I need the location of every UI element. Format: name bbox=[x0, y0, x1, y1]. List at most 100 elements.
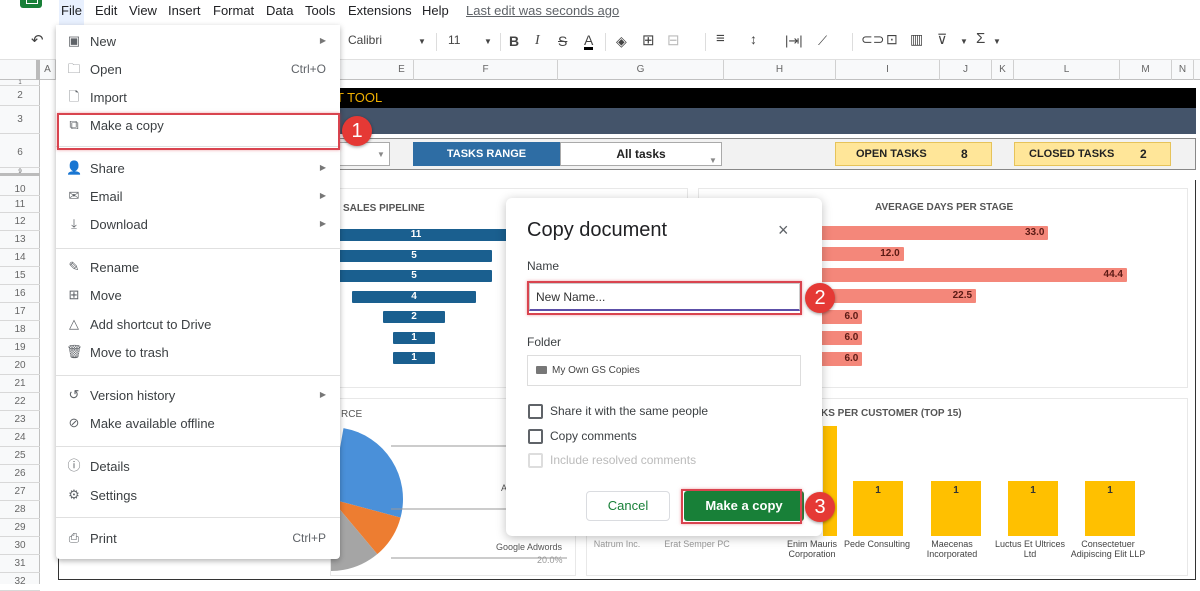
functions-dropdown-icon[interactable]: ▼ bbox=[993, 37, 1001, 46]
file-icon: 🗋 bbox=[68, 89, 80, 104]
file-menu-print[interactable]: ⎙ Print Ctrl+P bbox=[56, 525, 340, 553]
file-menu-download[interactable]: ⤓ Download ▶ bbox=[56, 211, 340, 239]
file-menu-settings[interactable]: ⚙ Settings bbox=[56, 482, 340, 510]
row-header-28[interactable]: 28 bbox=[0, 501, 40, 519]
column-header-g[interactable]: G bbox=[558, 60, 724, 80]
file-menu-move-to-trash[interactable]: 🗑 Move to trash bbox=[56, 339, 340, 367]
file-menu-rename[interactable]: ✎ Rename bbox=[56, 254, 340, 282]
file-menu-import[interactable]: 🗋 Import bbox=[56, 84, 340, 112]
customer-bar: 1 bbox=[853, 481, 903, 536]
pie-percent: 20.0% bbox=[537, 555, 563, 565]
merge-cells-icon[interactable]: ⊟ bbox=[667, 31, 680, 49]
folder-picker[interactable]: My Own GS Copies bbox=[527, 355, 801, 386]
row-header-23[interactable]: 23 bbox=[0, 411, 40, 429]
menu-tools[interactable]: Tools bbox=[303, 3, 337, 18]
customer-label: Pede Consulting bbox=[843, 539, 911, 549]
menu-file[interactable]: File bbox=[59, 0, 84, 25]
row-header-13[interactable]: 13 bbox=[0, 231, 40, 249]
undo-icon[interactable]: ↶ bbox=[31, 31, 44, 49]
comment-icon[interactable]: ⊡ bbox=[886, 31, 898, 48]
row-header-3[interactable]: 3 bbox=[0, 106, 40, 134]
last-edit-link[interactable]: Last edit was seconds ago bbox=[466, 3, 619, 18]
link-icon[interactable]: ⊂⊃ bbox=[861, 31, 884, 48]
row-header-12[interactable]: 12 bbox=[0, 213, 40, 231]
row-header-6[interactable]: 6 bbox=[0, 138, 40, 168]
text-wrap-icon[interactable]: |⇥| bbox=[785, 33, 803, 49]
toolbar-divider bbox=[852, 33, 853, 51]
filter-icon[interactable]: ⊽ bbox=[937, 31, 947, 48]
vertical-align-icon[interactable]: ↕ bbox=[750, 31, 757, 47]
functions-icon[interactable]: Σ bbox=[976, 30, 985, 47]
row-header-25[interactable]: 25 bbox=[0, 447, 40, 465]
column-header-i[interactable]: I bbox=[836, 60, 940, 80]
column-header-n[interactable]: N bbox=[1172, 60, 1194, 80]
row-header-11[interactable]: 11 bbox=[0, 196, 40, 213]
column-header-a[interactable]: A bbox=[40, 60, 56, 80]
copy-comments-checkbox[interactable] bbox=[528, 429, 543, 444]
sheets-logo-icon[interactable] bbox=[20, 0, 42, 8]
row-header-14[interactable]: 14 bbox=[0, 249, 40, 267]
column-header-h[interactable]: H bbox=[724, 60, 836, 80]
chart-icon[interactable]: ▥ bbox=[910, 31, 923, 48]
row-header-27[interactable]: 27 bbox=[0, 483, 40, 501]
menu-view[interactable]: View bbox=[127, 3, 159, 18]
menu-extensions[interactable]: Extensions bbox=[346, 3, 414, 18]
column-header-l[interactable]: L bbox=[1014, 60, 1120, 80]
font-dropdown-icon[interactable]: ▼ bbox=[418, 37, 426, 46]
row-header-10[interactable]: 10 bbox=[0, 184, 40, 196]
fill-color-icon[interactable]: ◈ bbox=[616, 33, 627, 50]
menu-edit[interactable]: Edit bbox=[93, 3, 119, 18]
file-menu-open[interactable]: 🗀 Open Ctrl+O bbox=[56, 56, 340, 84]
strikethrough-icon[interactable]: S bbox=[558, 33, 567, 49]
menu-insert[interactable]: Insert bbox=[166, 3, 203, 18]
column-header-m[interactable]: M bbox=[1120, 60, 1172, 80]
row-header-16[interactable]: 16 bbox=[0, 285, 40, 303]
italic-icon[interactable]: I bbox=[535, 33, 540, 49]
row-header-18[interactable]: 18 bbox=[0, 321, 40, 339]
row-header-30[interactable]: 30 bbox=[0, 537, 40, 555]
row-header-15[interactable]: 15 bbox=[0, 267, 40, 285]
row-header-32[interactable]: 32 bbox=[0, 573, 40, 591]
row-header-24[interactable]: 24 bbox=[0, 429, 40, 447]
row-header-9[interactable]: 9 bbox=[0, 168, 40, 176]
font-select[interactable]: Calibri bbox=[348, 33, 382, 47]
close-icon[interactable]: × bbox=[778, 220, 789, 241]
row-header-21[interactable]: 21 bbox=[0, 375, 40, 393]
bold-icon[interactable]: B bbox=[509, 33, 519, 49]
column-header-f[interactable]: F bbox=[414, 60, 558, 80]
font-size-select[interactable]: 11 bbox=[448, 33, 460, 47]
row-header-29[interactable]: 29 bbox=[0, 519, 40, 537]
row-header-17[interactable]: 17 bbox=[0, 303, 40, 321]
cancel-button[interactable]: Cancel bbox=[586, 491, 670, 521]
select-all-corner[interactable] bbox=[0, 60, 40, 80]
file-menu-new[interactable]: ▣ New ▶ bbox=[56, 28, 340, 56]
menu-data[interactable]: Data bbox=[264, 3, 295, 18]
text-color-icon[interactable]: A bbox=[584, 33, 594, 50]
column-header-k[interactable]: K bbox=[992, 60, 1014, 80]
file-menu-email[interactable]: ✉ Email ▶ bbox=[56, 183, 340, 211]
row-header-22[interactable]: 22 bbox=[0, 393, 40, 411]
file-menu-version-history[interactable]: ↺ Version history ▶ bbox=[56, 382, 340, 410]
borders-icon[interactable]: ⊞ bbox=[642, 31, 655, 49]
row-header-2[interactable]: 2 bbox=[0, 86, 40, 106]
file-menu-offline[interactable]: ⊘ Make available offline bbox=[56, 410, 340, 438]
filter-dropdown-icon[interactable]: ▼ bbox=[960, 37, 968, 46]
text-rotate-icon[interactable]: ⟋ bbox=[818, 33, 827, 49]
align-left-icon[interactable]: ≡ bbox=[716, 30, 725, 47]
row-header-20[interactable]: 20 bbox=[0, 357, 40, 375]
row-header-19[interactable]: 19 bbox=[0, 339, 40, 357]
share-checkbox[interactable] bbox=[528, 404, 543, 419]
menu-format[interactable]: Format bbox=[211, 3, 256, 18]
folder-icon: 🗀 bbox=[67, 61, 81, 76]
column-header-j[interactable]: J bbox=[940, 60, 992, 80]
file-menu-move[interactable]: ⊞ Move bbox=[56, 282, 340, 310]
row-header-26[interactable]: 26 bbox=[0, 465, 40, 483]
font-size-dropdown-icon[interactable]: ▼ bbox=[484, 37, 492, 46]
column-header-e[interactable]: E bbox=[390, 60, 414, 80]
menu-help[interactable]: Help bbox=[420, 3, 451, 18]
file-menu-share[interactable]: 👤 Share ▶ bbox=[56, 155, 340, 183]
tasks-range-select[interactable]: All tasks ▼ bbox=[560, 142, 722, 166]
row-header-31[interactable]: 31 bbox=[0, 555, 40, 573]
file-menu-add-shortcut[interactable]: △ Add shortcut to Drive bbox=[56, 311, 340, 339]
file-menu-details[interactable]: ⓘ Details bbox=[56, 453, 340, 481]
